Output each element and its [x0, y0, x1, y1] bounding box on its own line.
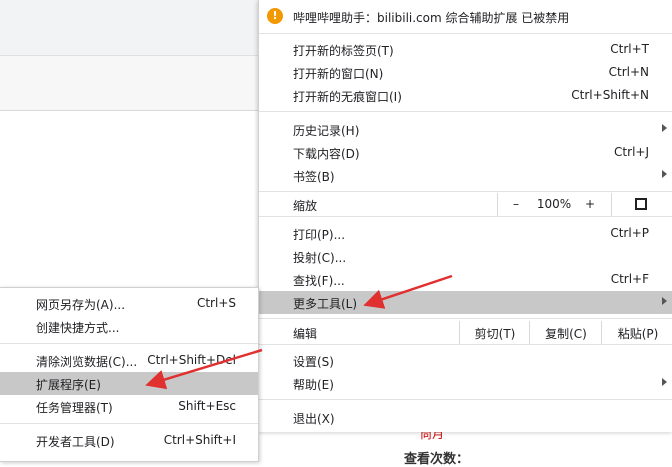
more-tools-submenu: 网页另存为(A)... Ctrl+S 创建快捷方式... 清除浏览数据(C)..… — [0, 287, 259, 462]
menu-divider — [259, 318, 672, 319]
zoom-label: 缩放 — [293, 199, 318, 213]
submenu-item-label: 网页另存为(A)... — [36, 298, 126, 312]
menu-divider — [259, 344, 672, 345]
menu-item-edit: 编辑 剪切(T) 复制(C) 粘贴(P) — [259, 321, 672, 344]
extension-disabled-notice[interactable]: ! 哔哩哔哩助手：bilibili.com 综合辅助扩展 已被禁用 — [259, 0, 672, 33]
menu-item-label: 查找(F)... — [293, 274, 345, 288]
menu-item-label: 投射(C)... — [293, 251, 347, 265]
menu-divider — [259, 33, 672, 34]
menu-item-label: 打开新的窗口(N) — [293, 67, 384, 81]
edit-label: 编辑 — [293, 327, 318, 341]
menu-item-shortcut: Ctrl+F — [610, 272, 649, 286]
zoom-in-button[interactable]: + — [582, 197, 598, 211]
menu-item-zoom: 缩放 – 100% + — [259, 193, 672, 216]
submenu-divider — [0, 423, 258, 424]
menu-item-settings[interactable]: 设置(S) — [259, 349, 672, 372]
submenu-item-create-shortcut[interactable]: 创建快捷方式... — [0, 315, 258, 338]
submenu-divider — [0, 343, 258, 344]
submenu-item-label: 清除浏览数据(C)... — [36, 355, 138, 369]
menu-item-label: 设置(S) — [293, 355, 334, 369]
chevron-right-icon — [662, 124, 667, 132]
menu-item-help[interactable]: 帮助(E) — [259, 372, 672, 395]
submenu-item-label: 任务管理器(T) — [36, 401, 113, 415]
browser-main-menu: ! 哔哩哔哩助手：bilibili.com 综合辅助扩展 已被禁用 打开新的标签… — [258, 0, 672, 432]
submenu-item-extensions[interactable]: 扩展程序(E) — [0, 372, 258, 395]
chevron-right-icon — [662, 297, 667, 305]
menu-item-label: 打开新的无痕窗口(I) — [293, 90, 402, 104]
menu-divider — [259, 216, 672, 217]
menu-item-label: 历史记录(H) — [293, 124, 360, 138]
menu-item-label: 帮助(E) — [293, 378, 334, 392]
menu-item-shortcut: Ctrl+Shift+N — [571, 88, 649, 102]
menu-item-shortcut: Ctrl+J — [614, 145, 649, 159]
submenu-item-task-manager[interactable]: 任务管理器(T) Shift+Esc — [0, 395, 258, 418]
menu-item-find[interactable]: 查找(F)... Ctrl+F — [259, 268, 672, 291]
submenu-item-shortcut: Shift+Esc — [178, 399, 236, 413]
menu-item-new-incognito[interactable]: 打开新的无痕窗口(I) Ctrl+Shift+N — [259, 84, 672, 107]
menu-item-downloads[interactable]: 下载内容(D) Ctrl+J — [259, 141, 672, 164]
menu-item-label: 书签(B) — [293, 170, 335, 184]
background-header — [0, 56, 258, 111]
submenu-item-label: 开发者工具(D) — [36, 435, 115, 449]
menu-item-label: 下载内容(D) — [293, 147, 360, 161]
chevron-right-icon — [662, 378, 667, 386]
submenu-item-clear-data[interactable]: 清除浏览数据(C)... Ctrl+Shift+Del — [0, 349, 258, 372]
zoom-level: 100% — [536, 197, 572, 211]
menu-item-label: 更多工具(L) — [293, 297, 358, 311]
submenu-item-shortcut: Ctrl+Shift+Del — [147, 353, 236, 367]
menu-item-history[interactable]: 历史记录(H) — [259, 118, 672, 141]
menu-item-label: 打开新的标签页(T) — [293, 44, 394, 58]
submenu-item-label: 扩展程序(E) — [36, 378, 101, 392]
menu-item-cast[interactable]: 投射(C)... — [259, 245, 672, 268]
menu-item-shortcut: Ctrl+N — [608, 65, 649, 79]
menu-item-more-tools[interactable]: 更多工具(L) — [259, 291, 672, 314]
menu-item-label: 退出(X) — [293, 412, 335, 426]
copy-button[interactable]: 复制(C) — [529, 321, 602, 344]
submenu-item-shortcut: Ctrl+Shift+I — [163, 433, 236, 447]
menu-item-new-tab[interactable]: 打开新的标签页(T) Ctrl+T — [259, 38, 672, 61]
menu-item-bookmarks[interactable]: 书签(B) — [259, 164, 672, 187]
chevron-right-icon — [662, 170, 667, 178]
paste-button[interactable]: 粘贴(P) — [601, 321, 672, 344]
menu-item-print[interactable]: 打印(P)... Ctrl+P — [259, 222, 672, 245]
background-text-line2: 查看次数： — [404, 452, 470, 467]
menu-divider — [259, 191, 672, 192]
copy-label: 复制(C) — [545, 327, 587, 341]
extension-disabled-text: 哔哩哔哩助手：bilibili.com 综合辅助扩展 已被禁用 — [293, 11, 570, 25]
menu-divider — [259, 111, 672, 112]
warning-icon: ! — [267, 8, 283, 24]
submenu-item-shortcut: Ctrl+S — [196, 296, 236, 310]
menu-item-label: 打印(P)... — [293, 228, 346, 242]
paste-label: 粘贴(P) — [617, 327, 659, 341]
menu-item-exit[interactable]: 退出(X) — [259, 406, 672, 429]
menu-item-shortcut: Ctrl+T — [610, 42, 649, 56]
cut-button[interactable]: 剪切(T) — [459, 321, 530, 344]
menu-divider — [259, 399, 672, 400]
menu-item-new-window[interactable]: 打开新的窗口(N) Ctrl+N — [259, 61, 672, 84]
fullscreen-icon[interactable] — [635, 198, 647, 210]
zoom-controls: – 100% + — [497, 193, 612, 216]
cut-label: 剪切(T) — [474, 327, 516, 341]
submenu-item-dev-tools[interactable]: 开发者工具(D) Ctrl+Shift+I — [0, 429, 258, 452]
menu-item-shortcut: Ctrl+P — [610, 226, 649, 240]
background-toolbar — [0, 0, 258, 56]
submenu-item-save-page[interactable]: 网页另存为(A)... Ctrl+S — [0, 292, 258, 315]
zoom-out-button[interactable]: – — [508, 197, 524, 211]
submenu-item-label: 创建快捷方式... — [36, 321, 120, 335]
